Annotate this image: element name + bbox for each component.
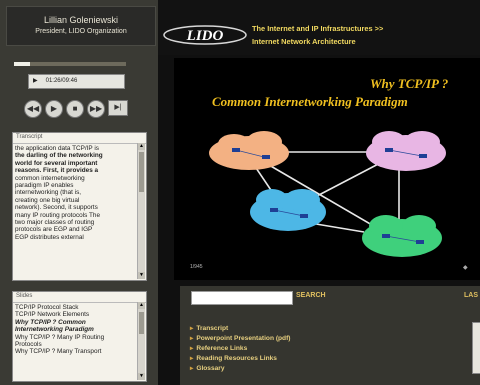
router-icon	[270, 208, 278, 212]
link-transcript[interactable]: ▸ Transcript	[190, 324, 290, 334]
stop-button[interactable]: ■	[66, 100, 84, 118]
lido-logo[interactable]: LIDO	[162, 24, 248, 46]
transcript-panel[interactable]: Transcript the application data TCP/IP i…	[12, 132, 147, 281]
bullet-icon: ▸	[190, 335, 194, 342]
slide-index-item[interactable]: Why TCP/IP ? Many IP Routing	[15, 334, 136, 341]
cloud-blue	[250, 189, 326, 231]
play-button[interactable]: ▶	[45, 100, 63, 118]
slide-index-list: TCP/IP Protocol Stack TCP/IP Network Elem…	[15, 304, 136, 356]
play-icon: ▶	[50, 104, 58, 113]
scroll-down-icon[interactable]: ▼	[138, 272, 145, 279]
time-readout: 01:26/09:46	[45, 78, 78, 84]
slide-index-item[interactable]: TCP/IP Network Elements	[15, 311, 136, 318]
slide-index-panel[interactable]: Slides TCP/IP Protocol Stack TCP/IP Netwo…	[12, 291, 147, 382]
router-icon	[232, 148, 240, 152]
transcript-text: the application data TCP/IP is the darlin…	[15, 145, 136, 241]
play-indicator-icon: ▶	[33, 78, 38, 84]
transcript-line: the darling of the networking	[15, 152, 103, 160]
slide-corner-icon: ◆	[463, 265, 468, 271]
router-icon	[419, 154, 427, 158]
transcript-header: Transcript	[13, 133, 146, 144]
forward-button[interactable]: ▶▶	[87, 100, 105, 118]
breadcrumb-topic: Internet Network Architecture	[252, 37, 356, 46]
link-glossary[interactable]: ▸ Glossary	[190, 364, 290, 374]
bullet-icon: ▸	[190, 355, 194, 362]
slide-title-line2: Common Internetworking Paradigm	[212, 94, 408, 109]
search-button[interactable]: SEARCH	[296, 292, 326, 299]
speaker-role: President, LIDO Organization	[35, 28, 127, 35]
time-display: ▶ 01:26/09:46	[28, 74, 125, 89]
stop-icon: ■	[72, 104, 78, 113]
transcript-line: the application data TCP/IP is	[15, 145, 99, 152]
link-powerpoint[interactable]: ▸ Powerpoint Presentation (pdf)	[190, 334, 290, 344]
transcript-line: common internetworking	[15, 174, 85, 182]
rewind-icon: ◀◀	[26, 104, 40, 113]
slide-index-item[interactable]: Why TCP/IP ? Many Transport	[15, 348, 136, 355]
link-references[interactable]: ▸ Reference Links	[190, 344, 290, 354]
progress-fill	[14, 62, 30, 66]
transcript-line: reasons. First, it provides a	[15, 167, 99, 175]
scroll-thumb[interactable]	[139, 152, 144, 192]
speaker-box: Lillian Goleniewski President, LIDO Orga…	[6, 6, 156, 46]
rewind-button[interactable]: ◀◀	[24, 100, 42, 118]
router-icon	[262, 155, 270, 159]
link-reading[interactable]: ▸ Reading Resources Links	[190, 354, 290, 364]
transcript-line: EGP distributes external	[15, 233, 84, 241]
slide-number: 1/945	[190, 264, 203, 270]
transcript-line: many IP routing protocols The	[15, 211, 101, 219]
bullet-icon: ▸	[190, 365, 194, 372]
skip-end-icon: ▶|	[114, 104, 122, 111]
cloud-pink	[366, 131, 446, 171]
index-scrollbar[interactable]: ▲ ▼	[137, 302, 145, 380]
router-icon	[385, 148, 393, 152]
search-input[interactable]	[191, 291, 293, 305]
scroll-down-icon[interactable]: ▼	[138, 373, 145, 380]
slide-index-item[interactable]: Internetworking Paradigm	[15, 326, 136, 333]
slide-title-line1: Why TCP/IP ?	[370, 76, 449, 91]
bullet-icon: ▸	[190, 325, 194, 332]
router-icon	[382, 234, 390, 238]
slide-index-item[interactable]: Protocols	[15, 341, 136, 348]
scroll-up-icon[interactable]: ▲	[138, 302, 145, 309]
index-header: Slides	[13, 292, 146, 303]
bullet-icon: ▸	[190, 345, 194, 352]
scroll-up-icon[interactable]: ▲	[138, 143, 145, 150]
end-button[interactable]: ▶|	[108, 100, 128, 116]
speaker-name: Lillian Goleniewski	[43, 15, 119, 25]
router-icon	[300, 214, 308, 218]
side-scroll-panel[interactable]	[472, 322, 480, 374]
transcript-line: network). Second, it supports	[15, 204, 98, 212]
logo-text: LIDO	[186, 28, 224, 44]
transcript-line: creating one big virtual	[15, 196, 80, 204]
resource-links: ▸ Transcript ▸ Powerpoint Presentation (pd…	[190, 324, 290, 374]
cloud-orange	[209, 131, 289, 170]
transcript-line: two major classes of routing	[15, 219, 95, 227]
cloud-green	[362, 215, 442, 257]
transcript-scrollbar[interactable]: ▲ ▼	[137, 143, 145, 279]
forward-icon: ▶▶	[89, 104, 103, 113]
transcript-line: world for several important	[15, 159, 98, 167]
slide-index-item[interactable]: TCP/IP Protocol Stack	[15, 304, 136, 311]
transcript-line: internetworking (that is,	[15, 189, 82, 197]
language-link[interactable]: LAS	[464, 292, 478, 299]
slide-index-item[interactable]: Why TCP/IP ? Common	[15, 319, 136, 326]
scroll-thumb[interactable]	[139, 312, 144, 334]
transcript-line: paradigm IP enables	[15, 182, 74, 190]
progress-track[interactable]	[14, 62, 126, 66]
network-diagram	[209, 131, 446, 257]
transcript-line: protocols are EGP and IGP	[15, 226, 93, 234]
breadcrumb-course[interactable]: The Internet and IP Infrastructures >>	[252, 24, 383, 33]
router-icon	[416, 240, 424, 244]
